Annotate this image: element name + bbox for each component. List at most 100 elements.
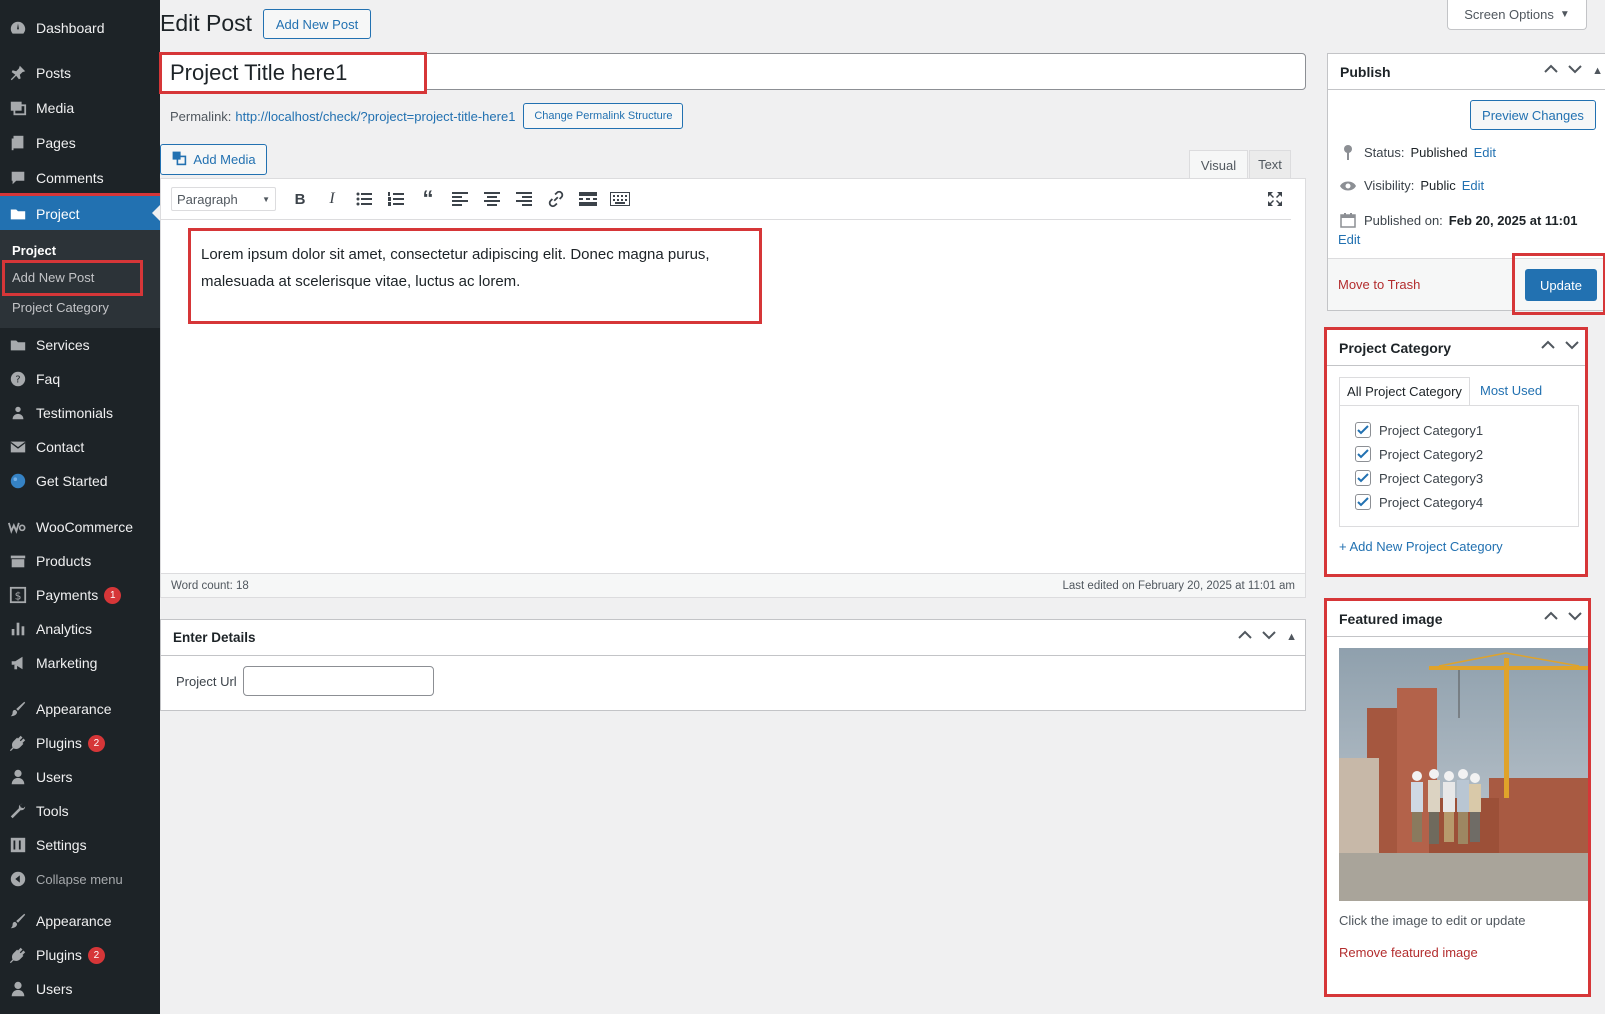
- enter-details-title: Enter Details: [161, 620, 1305, 656]
- category-item[interactable]: Project Category1: [1355, 422, 1483, 438]
- brush-icon: [0, 700, 36, 718]
- sidebar-item-settings[interactable]: Settings: [0, 828, 160, 862]
- add-media-button[interactable]: Add Media: [160, 144, 267, 175]
- plugins-badge-2: 2: [87, 946, 105, 964]
- fullscreen-icon[interactable]: [1259, 185, 1291, 213]
- project-category-box: Project Category All Project Category Mo…: [1324, 327, 1588, 577]
- checkbox-checked-icon[interactable]: [1355, 470, 1371, 486]
- chevron-down-icon[interactable]: [1568, 64, 1582, 77]
- numbered-list-icon[interactable]: [380, 185, 412, 213]
- sidebar-item-project[interactable]: Project: [0, 193, 163, 234]
- checkbox-checked-icon[interactable]: [1355, 422, 1371, 438]
- screen-options-button[interactable]: Screen Options ▼: [1447, 0, 1587, 30]
- change-permalink-button[interactable]: Change Permalink Structure: [523, 103, 684, 129]
- sidebar-item-woocommerce[interactable]: WooCommerce: [0, 510, 160, 544]
- chevron-up-icon[interactable]: [1541, 340, 1555, 353]
- submenu-project-category[interactable]: Project Category: [12, 300, 109, 315]
- remove-featured-image-link[interactable]: Remove featured image: [1339, 945, 1478, 960]
- submenu-add-new-post[interactable]: Add New Post: [2, 260, 143, 296]
- move-to-trash-link[interactable]: Move to Trash: [1338, 277, 1420, 292]
- add-new-post-button[interactable]: Add New Post: [263, 9, 371, 39]
- active-arrow-icon: [152, 205, 160, 221]
- sidebar-item-plugins[interactable]: Plugins 2: [0, 726, 160, 760]
- edit-date-link[interactable]: Edit: [1338, 232, 1360, 247]
- post-title-input[interactable]: Project Title here1: [159, 52, 427, 94]
- folder-icon: [0, 336, 36, 354]
- editor-status-bar: Word count: 18 Last edited on February 2…: [161, 573, 1305, 597]
- sidebar-item-testimonials[interactable]: Testimonials: [0, 396, 160, 430]
- project-url-label: Project Url: [176, 674, 237, 689]
- permalink-link[interactable]: http://localhost/check/?project=project-…: [235, 109, 515, 124]
- tab-text[interactable]: Text: [1249, 150, 1291, 179]
- sidebar-item-appearance[interactable]: Appearance: [0, 692, 160, 726]
- media-icon: [0, 99, 36, 117]
- checkbox-checked-icon[interactable]: [1355, 494, 1371, 510]
- format-select[interactable]: Paragraph ▼: [171, 187, 276, 211]
- update-button[interactable]: Update: [1525, 269, 1597, 301]
- sidebar-item-media[interactable]: Media: [0, 91, 160, 125]
- bold-icon[interactable]: B: [284, 185, 316, 213]
- sidebar-item-comments[interactable]: Comments: [0, 161, 160, 195]
- sidebar-item-payments[interactable]: $ Payments 1: [0, 578, 160, 612]
- chevron-up-icon[interactable]: [1544, 64, 1558, 77]
- featured-image[interactable]: [1339, 648, 1588, 901]
- italic-icon[interactable]: I: [316, 185, 348, 213]
- sidebar-item-users-2[interactable]: Users: [0, 972, 160, 1006]
- tab-visual[interactable]: Visual: [1189, 150, 1248, 180]
- align-center-icon[interactable]: [476, 185, 508, 213]
- chevron-up-icon[interactable]: [1544, 611, 1558, 624]
- featured-image-box: Featured image Click the image to edit o…: [1324, 598, 1591, 997]
- edit-status-link[interactable]: Edit: [1474, 145, 1496, 160]
- add-new-category-link[interactable]: + Add New Project Category: [1339, 539, 1503, 554]
- sidebar-item-plugins-2[interactable]: Plugins 2: [0, 938, 160, 972]
- sidebar-item-marketing[interactable]: Marketing: [0, 646, 160, 680]
- tab-all-project-category[interactable]: All Project Category: [1339, 377, 1470, 405]
- tab-most-used[interactable]: Most Used: [1480, 383, 1542, 398]
- sidebar-item-get-started[interactable]: Get Started: [0, 464, 160, 498]
- sidebar-item-pages[interactable]: Pages: [0, 126, 160, 160]
- keyboard-icon[interactable]: [604, 185, 636, 213]
- align-left-icon[interactable]: [444, 185, 476, 213]
- pin-icon: [1338, 144, 1358, 160]
- chevron-up-icon[interactable]: [1238, 630, 1252, 643]
- chevron-down-icon[interactable]: [1565, 340, 1579, 353]
- publish-actions: Move to Trash Update: [1328, 253, 1605, 315]
- construction-site-image: [1339, 648, 1588, 901]
- category-item[interactable]: Project Category3: [1355, 470, 1483, 486]
- collapse-menu-button[interactable]: Collapse menu: [0, 862, 160, 896]
- sidebar-item-tools[interactable]: Tools: [0, 794, 160, 828]
- project-submenu: Project Add New Post Project Category: [0, 230, 160, 328]
- sidebar-item-dashboard[interactable]: Dashboard: [0, 11, 160, 45]
- category-item[interactable]: Project Category4: [1355, 494, 1483, 510]
- toggle-panel-icon[interactable]: ▲: [1592, 65, 1603, 77]
- chevron-down-icon[interactable]: [1568, 611, 1582, 624]
- submenu-project[interactable]: Project: [12, 243, 56, 258]
- checkbox-checked-icon[interactable]: [1355, 446, 1371, 462]
- sidebar-item-services[interactable]: Services: [0, 328, 160, 362]
- post-title-field[interactable]: Project Title here1: [159, 52, 1306, 94]
- project-url-input[interactable]: [243, 666, 434, 696]
- sidebar-item-users[interactable]: Users: [0, 760, 160, 794]
- bullet-list-icon[interactable]: [348, 185, 380, 213]
- sidebar-item-faq[interactable]: ? Faq: [0, 362, 160, 396]
- chevron-down-icon[interactable]: [1262, 630, 1276, 643]
- link-icon[interactable]: [540, 185, 572, 213]
- media-icon: [171, 150, 187, 169]
- globe-icon: [0, 472, 36, 490]
- edit-visibility-link[interactable]: Edit: [1462, 178, 1484, 193]
- box-controls: [1541, 340, 1579, 353]
- align-right-icon[interactable]: [508, 185, 540, 213]
- toggle-panel-icon[interactable]: ▲: [1286, 631, 1297, 643]
- sidebar-item-appearance-2[interactable]: Appearance: [0, 904, 160, 938]
- post-content[interactable]: Lorem ipsum dolor sit amet, consectetur …: [188, 228, 762, 324]
- sidebar-item-contact[interactable]: Contact: [0, 430, 160, 464]
- permalink-label: Permalink:: [170, 108, 232, 124]
- quote-icon[interactable]: “: [412, 185, 444, 213]
- sidebar-item-products[interactable]: Products: [0, 544, 160, 578]
- read-more-icon[interactable]: [572, 185, 604, 213]
- sidebar-item-analytics[interactable]: Analytics: [0, 612, 160, 646]
- category-item[interactable]: Project Category2: [1355, 446, 1483, 462]
- sidebar-item-posts[interactable]: Posts: [0, 56, 160, 90]
- mail-icon: [0, 438, 36, 456]
- preview-changes-button[interactable]: Preview Changes: [1470, 100, 1596, 130]
